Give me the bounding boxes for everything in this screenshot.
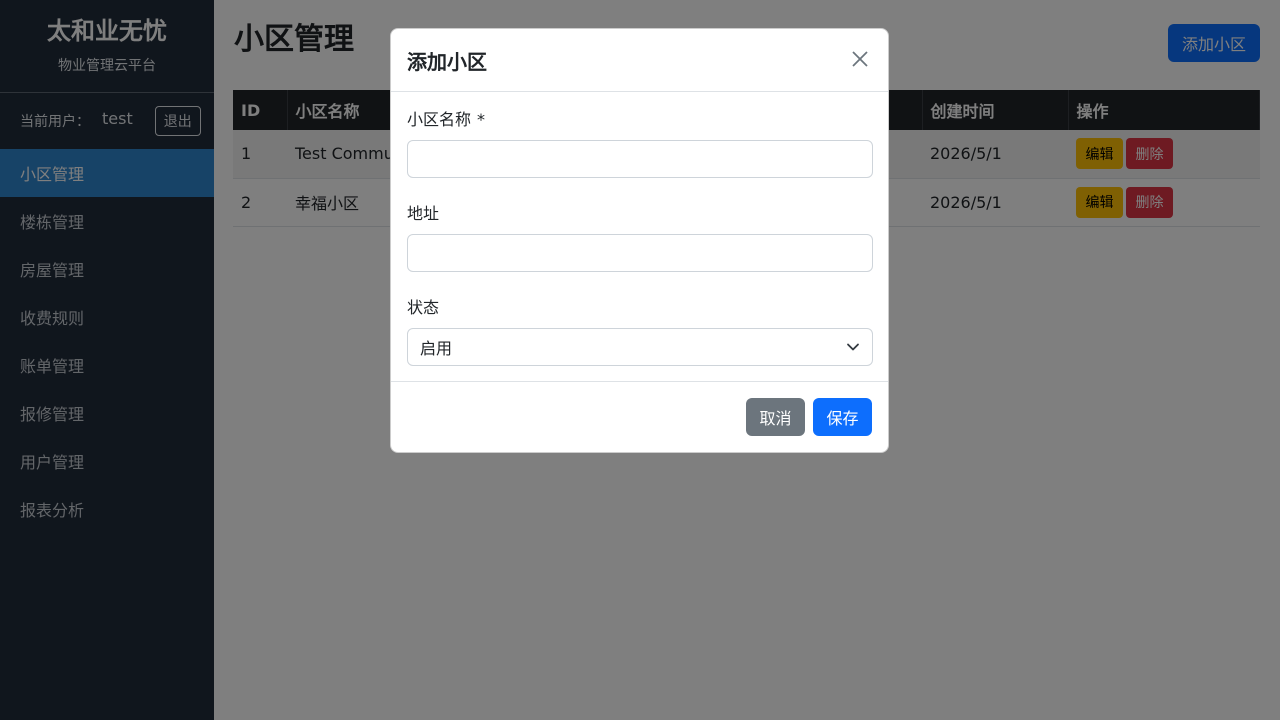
modal-footer: 取消 保存 bbox=[391, 381, 888, 452]
required-mark: * bbox=[477, 110, 486, 129]
address-field-label: 地址 bbox=[407, 204, 440, 223]
community-name-input[interactable] bbox=[407, 140, 873, 178]
name-label-text: 小区名称 bbox=[407, 110, 472, 129]
chevron-down-icon bbox=[847, 343, 859, 351]
status-select[interactable]: 启用 bbox=[407, 328, 873, 366]
status-field-label: 状态 bbox=[407, 298, 440, 317]
name-field-label: 小区名称 * bbox=[407, 108, 872, 132]
close-icon bbox=[852, 50, 868, 67]
status-selected-value: 启用 bbox=[420, 339, 453, 358]
cancel-button[interactable]: 取消 bbox=[746, 398, 805, 436]
close-button[interactable] bbox=[848, 48, 872, 72]
modal-body: 小区名称 * 地址 状态 启用 bbox=[391, 92, 888, 366]
modal-title: 添加小区 bbox=[407, 49, 487, 74]
address-input[interactable] bbox=[407, 234, 873, 272]
modal-header: 添加小区 bbox=[391, 29, 888, 92]
add-community-modal: 添加小区 小区名称 * 地址 状态 启用 取消 保存 bbox=[390, 28, 889, 453]
save-button[interactable]: 保存 bbox=[813, 398, 872, 436]
